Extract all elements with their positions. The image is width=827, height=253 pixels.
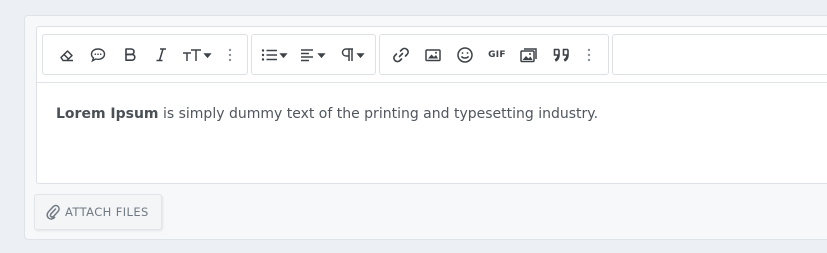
media-gallery-icon xyxy=(520,47,537,62)
bulleted-list-icon xyxy=(261,48,288,61)
paperclip-icon xyxy=(46,204,60,220)
gif-icon: GIF xyxy=(488,49,506,60)
align-left-icon xyxy=(301,48,326,61)
text-size-icon xyxy=(183,48,212,61)
insert-quote-button[interactable] xyxy=(546,35,576,74)
bold-text: Lorem Ipsum xyxy=(56,106,159,122)
attach-files-label: ATTACH FILES xyxy=(65,205,149,219)
paragraph-icon xyxy=(341,47,365,61)
editor-toolbar: GIF xyxy=(37,27,827,83)
rich-text-editor: GIF Lorem Ipsum is simply dummy text of … xyxy=(36,26,827,184)
bold-icon xyxy=(125,47,136,61)
spoiler-button[interactable] xyxy=(83,35,113,74)
more-options-icon xyxy=(228,48,232,61)
speech-bubble-icon xyxy=(90,47,106,62)
list-dropdown[interactable] xyxy=(258,35,292,74)
attach-files-button[interactable]: ATTACH FILES xyxy=(34,194,162,230)
insert-image-button[interactable] xyxy=(418,35,448,74)
smile-icon xyxy=(457,46,473,63)
image-icon xyxy=(425,48,441,61)
toolbar-group-text-format xyxy=(42,34,248,75)
insert-more-button[interactable] xyxy=(579,35,599,74)
more-options-icon xyxy=(587,48,591,61)
insert-media-button[interactable] xyxy=(514,35,544,74)
align-dropdown[interactable] xyxy=(296,35,332,74)
bold-button[interactable] xyxy=(115,35,145,74)
text-format-more-button[interactable] xyxy=(220,35,240,74)
message-composer: GIF Lorem Ipsum is simply dummy text of … xyxy=(24,15,827,240)
toolbar-group-extra xyxy=(612,34,827,75)
insert-smilie-button[interactable] xyxy=(450,35,480,74)
eraser-icon xyxy=(60,49,73,61)
text-size-dropdown[interactable] xyxy=(177,35,217,74)
toolbar-group-paragraph xyxy=(251,34,376,75)
italic-button[interactable] xyxy=(146,35,176,74)
toolbar-group-insert: GIF xyxy=(379,34,609,75)
remove-formatting-button[interactable] xyxy=(52,35,82,74)
link-icon xyxy=(393,47,409,62)
body-text: is simply dummy text of the printing and… xyxy=(158,106,599,122)
insert-link-button[interactable] xyxy=(386,35,416,74)
italic-icon xyxy=(156,47,166,61)
paragraph-dropdown[interactable] xyxy=(336,35,370,74)
editor-content[interactable]: Lorem Ipsum is simply dummy text of the … xyxy=(56,105,825,123)
insert-gif-button[interactable]: GIF xyxy=(482,35,512,74)
quote-icon xyxy=(553,48,569,62)
